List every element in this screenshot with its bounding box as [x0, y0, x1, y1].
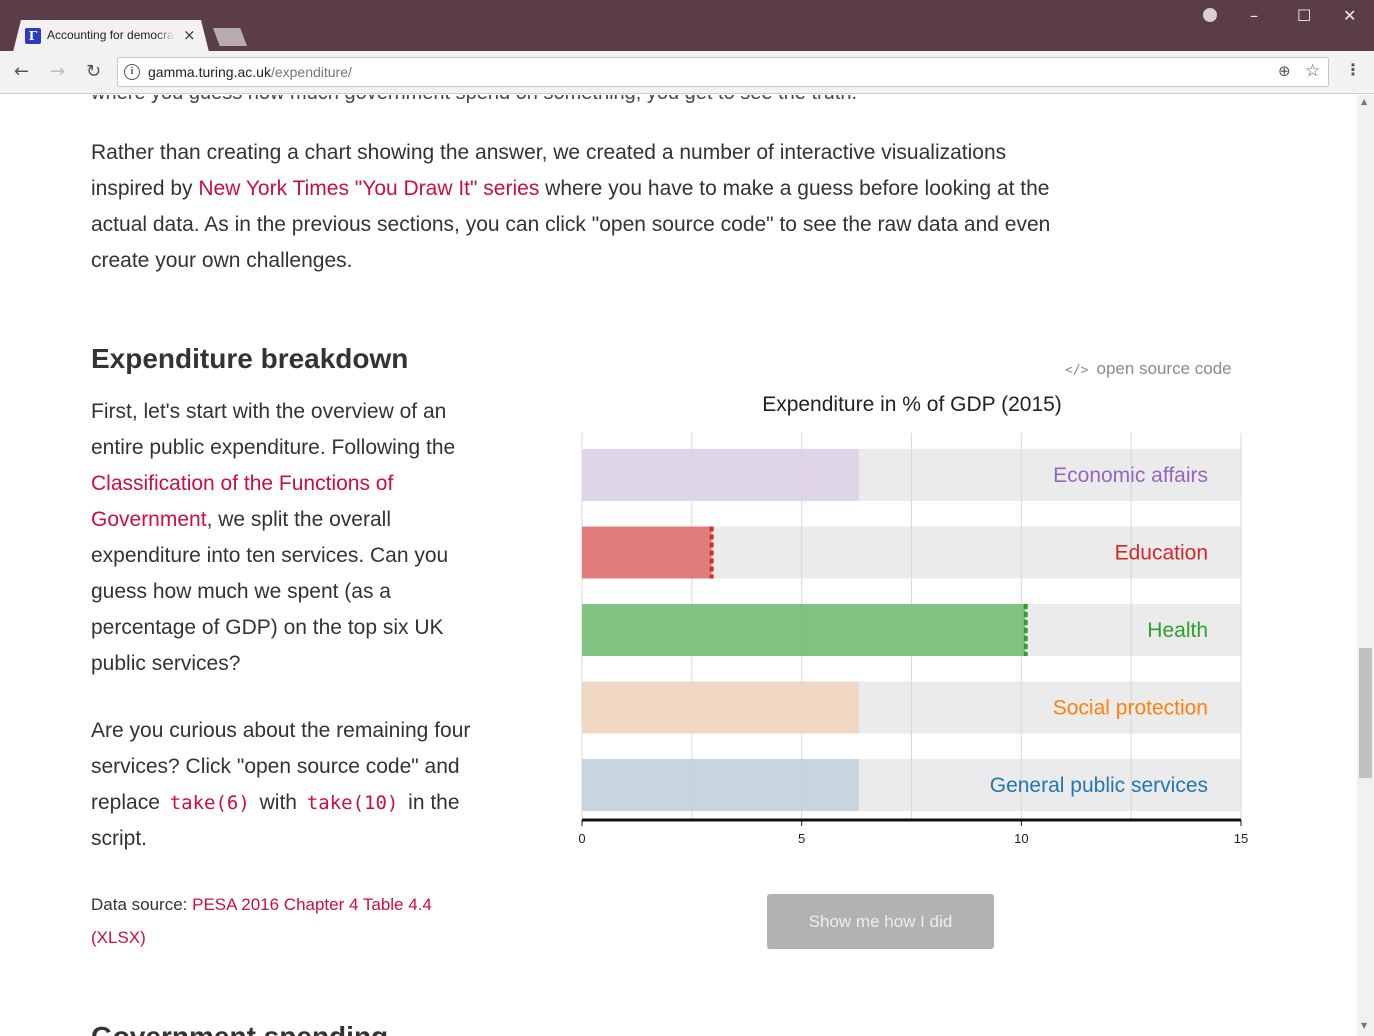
bar-label: Economic affairs [1053, 464, 1208, 487]
reload-icon[interactable]: ↻ [86, 61, 101, 82]
star-icon[interactable]: ☆ [1305, 61, 1320, 81]
open-source-label: open source code [1096, 359, 1232, 378]
tab-title: Accounting for democracy [47, 28, 175, 42]
x-tick-label: 5 [798, 831, 805, 846]
expenditure-chart[interactable]: Expenditure in % of GDP (2015) Economic a… [560, 385, 1270, 865]
code-icon: </> [1065, 363, 1089, 378]
url-text: gamma.turing.ac.uk/expenditure/ [148, 64, 352, 80]
menu-icon[interactable]: ⋮ [1345, 60, 1361, 79]
maximize-icon[interactable]: ☐ [1297, 6, 1311, 25]
bar [582, 604, 1026, 656]
page-content: where you guess how much government spen… [0, 95, 1357, 1036]
paragraph-remaining: Are you curious about the remaining four… [91, 713, 471, 857]
profile-icon[interactable] [1203, 8, 1217, 22]
bar [582, 449, 859, 501]
browser-title-bar: Γ Accounting for democracy × – ☐ ✕ [0, 0, 1374, 52]
left-column: First, let's start with the overview of … [91, 394, 471, 985]
open-source-code-button[interactable]: </> open source code [1065, 359, 1232, 379]
cut-off-text: where you guess how much government spen… [91, 95, 857, 105]
url-host: gamma.turing.ac.uk [148, 64, 271, 80]
data-source-label: Data source: [91, 895, 193, 914]
bar-label: Education [1115, 542, 1208, 565]
back-arrow-icon[interactable]: ← [14, 61, 29, 82]
browser-toolbar: ← → ↻ i gamma.turing.ac.uk/expenditure/ … [0, 51, 1374, 94]
code-take-6: take(6) [169, 792, 250, 814]
bar-label: Health [1147, 619, 1208, 642]
x-tick-label: 15 [1234, 831, 1248, 846]
x-tick-label: 10 [1014, 831, 1028, 846]
chart-title: Expenditure in % of GDP (2015) [762, 393, 1062, 416]
paragraph-overview: First, let's start with the overview of … [91, 394, 471, 682]
code-take-10: take(10) [306, 792, 399, 814]
para2-text-2: with [253, 791, 303, 814]
next-section-title: Government spending [91, 1021, 388, 1036]
bar-label: Social protection [1053, 697, 1208, 720]
scroll-down-icon[interactable]: ▼ [1361, 1021, 1367, 1030]
browser-tab[interactable]: Γ Accounting for democracy × [13, 20, 209, 52]
favicon-icon: Γ [25, 28, 41, 44]
bar [582, 681, 859, 734]
scrollbar[interactable]: ▲ ▼ [1357, 95, 1374, 1036]
address-bar[interactable]: i gamma.turing.ac.uk/expenditure/ ⊕ ☆ [117, 57, 1329, 87]
section-title: Expenditure breakdown [91, 343, 409, 374]
data-source: Data source: PESA 2016 Chapter 4 Table 4… [91, 888, 471, 954]
para1-text-1: First, let's start with the overview of … [91, 400, 456, 459]
info-icon[interactable]: i [124, 64, 140, 80]
para1-text-2: , we split the overall expenditure into … [91, 508, 449, 675]
zoom-icon[interactable]: ⊕ [1278, 62, 1291, 80]
close-window-icon[interactable]: ✕ [1343, 6, 1356, 25]
url-path: /expenditure/ [270, 64, 352, 80]
bar [582, 526, 712, 579]
minimize-icon[interactable]: – [1250, 6, 1258, 25]
bar [582, 759, 859, 811]
show-me-button[interactable]: Show me how I did [767, 894, 994, 949]
nyt-link[interactable]: New York Times "You Draw It" series [198, 177, 539, 200]
bar-label: General public services [990, 774, 1208, 797]
scroll-up-icon[interactable]: ▲ [1361, 97, 1367, 106]
intro-paragraph: Rather than creating a chart showing the… [91, 135, 1066, 279]
scroll-thumb[interactable] [1359, 648, 1372, 778]
new-tab-button[interactable] [213, 28, 247, 46]
tab-close-icon[interactable]: × [183, 26, 196, 44]
forward-arrow-icon[interactable]: → [50, 61, 65, 82]
x-tick-label: 0 [578, 831, 585, 846]
